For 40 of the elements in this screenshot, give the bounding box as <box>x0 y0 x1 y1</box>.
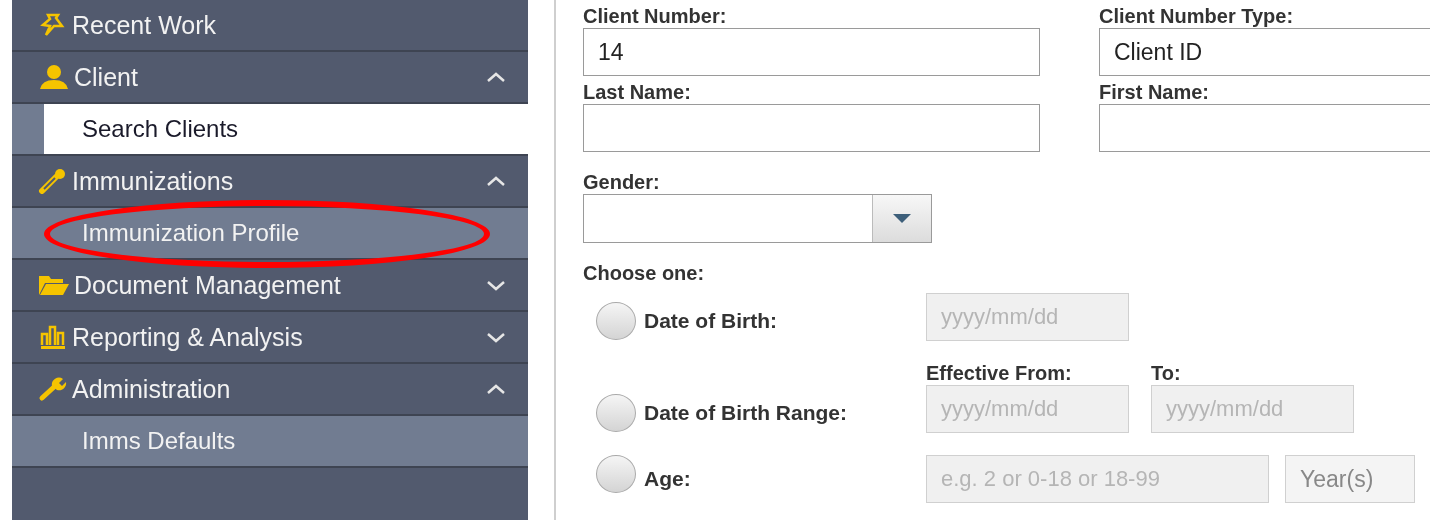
section-label: Reporting & Analysis <box>72 322 303 352</box>
option-label: Date of Birth Range: <box>644 400 848 426</box>
gender-dropdown[interactable] <box>583 194 932 243</box>
bar-chart-icon <box>38 324 68 350</box>
radio-button[interactable] <box>596 394 636 432</box>
field-label: Client Number: <box>583 4 728 28</box>
field-label: Last Name: <box>583 80 692 104</box>
sidebar-section[interactable]: Document Management <box>12 260 528 312</box>
caret-icon <box>893 214 911 223</box>
radio-button[interactable] <box>596 302 636 340</box>
field-label: Client Number Type: <box>1099 4 1295 28</box>
chevron-up-icon[interactable] <box>486 383 506 395</box>
section-label: Immunizations <box>72 166 234 196</box>
unit-dropdown[interactable]: Year(s) <box>1285 455 1415 503</box>
field-label: Effective From: <box>926 361 1073 385</box>
option-label: Date of Birth: <box>644 308 778 334</box>
sidebar-section[interactable]: Reporting & Analysis <box>12 312 528 364</box>
radio-button[interactable] <box>596 455 636 493</box>
section-label: Client <box>74 62 138 92</box>
input-field[interactable] <box>1099 104 1430 152</box>
section-label: Choose one: <box>583 261 706 285</box>
section-label: Recent Work <box>72 10 217 40</box>
dropper-icon <box>38 168 68 194</box>
sidebar-item[interactable]: Search Clients <box>44 104 528 154</box>
wrench-icon <box>38 376 68 402</box>
option-label: Age: <box>644 466 692 492</box>
input-field[interactable]: 14 <box>583 28 1040 76</box>
section-label: Document Management <box>74 270 341 300</box>
person-icon <box>38 64 70 90</box>
chevron-up-icon[interactable] <box>486 71 506 83</box>
field-label: To: <box>1151 361 1182 385</box>
chevron-down-icon[interactable] <box>486 331 506 343</box>
section-label: Administration <box>72 374 231 404</box>
input-field[interactable]: Client ID <box>1099 28 1430 76</box>
chevron-down-icon[interactable] <box>486 279 506 291</box>
field-label: First Name: <box>1099 80 1211 104</box>
chevron-up-icon[interactable] <box>486 175 506 187</box>
input-field[interactable] <box>583 104 1040 152</box>
field-label: Gender: <box>583 170 661 194</box>
sidebar-section[interactable]: Recent Work <box>12 0 528 52</box>
